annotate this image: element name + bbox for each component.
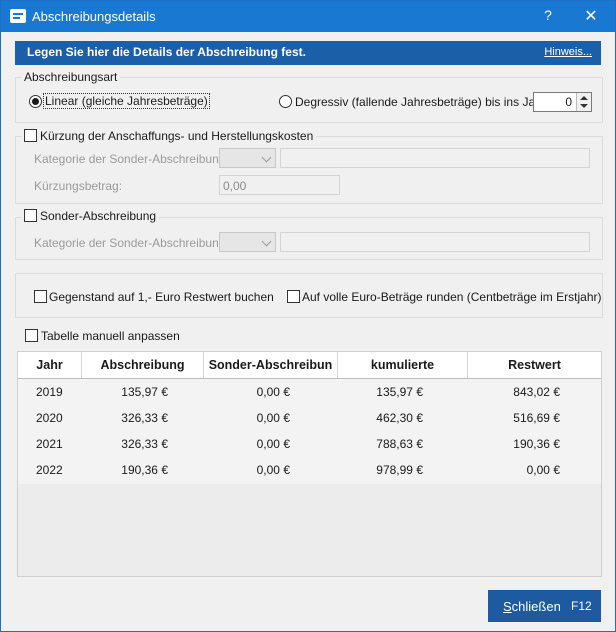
sonder-label[interactable]: Sonder-Abschreibung (40, 209, 156, 223)
help-button[interactable]: ? (540, 7, 556, 23)
column-header-restwert[interactable]: Restwert (468, 352, 601, 378)
degressiv-radio[interactable] (279, 95, 292, 108)
cell-restwert: 843,02 € (513, 385, 560, 399)
cell-abschreibung: 135,97 € (121, 385, 168, 399)
column-header-jahr[interactable]: Jahr (18, 352, 82, 378)
table-row[interactable]: 2021 326,33 € 0,00 € 788,63 € 190,36 € (18, 431, 601, 457)
kuerzung-legend: Kürzung der Anschaffungs- und Herstellun… (22, 129, 317, 143)
table-body: 2019 135,97 € 0,00 € 135,97 € 843,02 € 2… (18, 379, 601, 484)
kuerzungsbetrag-field[interactable]: 0,00 (219, 175, 340, 195)
kuerzung-label[interactable]: Kürzung der Anschaffungs- und Herstellun… (40, 129, 313, 143)
sonder-kategorie-label: Kategorie der Sonder-Abschreibung: (34, 236, 229, 250)
stepper-buttons[interactable] (576, 93, 591, 111)
kuerzung-kategorie-text-field[interactable] (280, 148, 590, 168)
sonder-kategorie-select[interactable] (219, 232, 276, 252)
cell-kumulierte: 788,63 € (376, 437, 423, 451)
linear-radio-label[interactable]: Linear (gleiche Jahresbeträge) (43, 93, 210, 109)
tabelle-manuell-checkbox[interactable] (25, 329, 38, 342)
chevron-down-icon (261, 152, 272, 163)
cell-restwert: 0,00 € (526, 463, 560, 477)
hinweis-link[interactable]: Hinweis... (544, 46, 592, 58)
restwert-label[interactable]: Gegenstand auf 1,- Euro Restwert buchen (49, 290, 274, 304)
cell-jahr: 2022 (36, 463, 63, 477)
cell-abschreibung: 190,36 € (121, 463, 168, 477)
sonder-kategorie-text-field[interactable] (280, 232, 590, 252)
sonder-checkbox[interactable] (24, 209, 37, 222)
cell-jahr: 2020 (36, 411, 63, 425)
cell-sonder-abschreibung: 0,00 € (256, 437, 290, 451)
schliessen-shortcut: F12 (571, 599, 592, 613)
table-row[interactable]: 2022 190,36 € 0,00 € 978,99 € 0,00 € (18, 457, 601, 483)
bis-jahr-value: 0 (565, 95, 572, 109)
cell-kumulierte: 462,30 € (376, 411, 423, 425)
column-header-kumulierte[interactable]: kumulierte (338, 352, 468, 378)
linear-label-text: Linear (gleiche Jahresbeträge) (43, 93, 210, 109)
cell-kumulierte: 978,99 € (376, 463, 423, 477)
degressiv-radio-label[interactable]: Degressiv (fallende Jahresbeträge) bis i… (295, 95, 549, 109)
runden-checkbox[interactable] (287, 290, 300, 303)
cell-sonder-abschreibung: 0,00 € (256, 463, 290, 477)
title-bar[interactable]: Abschreibungsdetails ? ✕ (1, 1, 615, 32)
abschreibung-table[interactable]: Jahr Abschreibung Sonder-Abschreibun kum… (17, 351, 602, 577)
info-banner: Legen Sie hier die Details der Abschreib… (15, 41, 601, 65)
close-window-button[interactable]: ✕ (582, 6, 600, 26)
spin-down-icon[interactable] (580, 104, 588, 108)
cell-sonder-abschreibung: 0,00 € (256, 411, 290, 425)
column-header-abschreibung[interactable]: Abschreibung (82, 352, 204, 378)
restwert-checkbox[interactable] (34, 290, 47, 303)
cell-abschreibung: 326,33 € (121, 411, 168, 425)
cell-kumulierte: 135,97 € (376, 385, 423, 399)
kuerzung-kategorie-select[interactable] (219, 148, 276, 168)
schliessen-button[interactable]: Schließen F12 (488, 590, 601, 622)
tabelle-manuell-label[interactable]: Tabelle manuell anpassen (41, 329, 180, 343)
abschreibungsart-legend: Abschreibungsart (22, 70, 121, 84)
cell-restwert: 190,36 € (513, 437, 560, 451)
cell-abschreibung: 326,33 € (121, 437, 168, 451)
linear-radio[interactable] (29, 95, 42, 108)
runden-label[interactable]: Auf volle Euro-Beträge runden (Centbeträ… (302, 290, 601, 304)
schliessen-label: Schließen (503, 599, 561, 614)
kuerzung-checkbox[interactable] (24, 129, 37, 142)
cell-restwert: 516,69 € (513, 411, 560, 425)
column-header-sonder-abschreibung[interactable]: Sonder-Abschreibun (204, 352, 338, 378)
abschreibungsdetails-dialog: Abschreibungsdetails ? ✕ Legen Sie hier … (0, 0, 616, 632)
sonder-legend: Sonder-Abschreibung (22, 209, 160, 223)
kuerzungsbetrag-label: Kürzungsbetrag: (34, 179, 123, 193)
window-title: Abschreibungsdetails (32, 9, 156, 24)
banner-text: Legen Sie hier die Details der Abschreib… (27, 45, 306, 59)
table-row[interactable]: 2019 135,97 € 0,00 € 135,97 € 843,02 € (18, 379, 601, 405)
table-row[interactable]: 2020 326,33 € 0,00 € 462,30 € 516,69 € (18, 405, 601, 431)
cell-sonder-abschreibung: 0,00 € (256, 385, 290, 399)
kuerzung-kategorie-label: Kategorie der Sonder-Abschreibung: (34, 152, 229, 166)
window-app-icon (10, 9, 26, 23)
bis-jahr-stepper[interactable]: 0 (533, 92, 592, 112)
cell-jahr: 2021 (36, 437, 63, 451)
table-header: Jahr Abschreibung Sonder-Abschreibun kum… (18, 352, 601, 379)
chevron-down-icon (261, 236, 272, 247)
spin-up-icon[interactable] (580, 96, 588, 100)
cell-jahr: 2019 (36, 385, 63, 399)
